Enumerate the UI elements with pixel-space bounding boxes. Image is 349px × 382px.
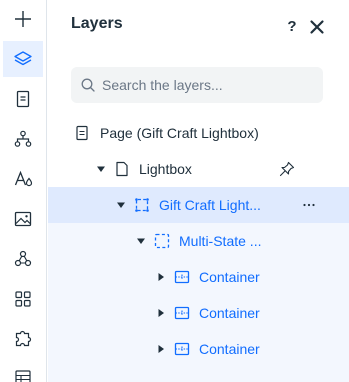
close-icon <box>310 20 324 34</box>
caret-right-icon[interactable] <box>156 272 166 282</box>
caret-down-icon[interactable] <box>116 200 126 210</box>
container-icon <box>174 269 190 285</box>
apps-button[interactable] <box>3 241 43 277</box>
app-market-button[interactable] <box>3 281 43 317</box>
caret-down-icon[interactable] <box>136 236 146 246</box>
table-icon <box>15 370 31 382</box>
caret-down-icon[interactable] <box>96 164 106 174</box>
layers-panel: Layers ? Page (Gift Craft Lightbox) Ligh… <box>48 0 349 382</box>
layer-label: Container <box>199 305 260 321</box>
layer-label: Container <box>199 341 260 357</box>
layer-label: Lightbox <box>139 161 192 177</box>
page-icon <box>74 125 90 141</box>
layer-row-page[interactable]: Page (Gift Craft Lightbox) <box>48 115 349 151</box>
layer-row-multi-state[interactable]: Multi-State ... <box>48 223 349 259</box>
lightbox-icon <box>114 161 130 177</box>
help-button[interactable]: ? <box>285 17 299 37</box>
sitemap-icon <box>14 130 32 147</box>
text-style-icon <box>14 170 33 187</box>
container-icon <box>174 305 190 321</box>
add-elements-button[interactable] <box>3 1 43 37</box>
search-box <box>71 67 323 103</box>
cms-button[interactable] <box>3 359 43 382</box>
media-button[interactable] <box>3 201 43 237</box>
editor-toolbar <box>0 0 47 382</box>
search-input[interactable] <box>102 67 317 103</box>
site-structure-button[interactable] <box>3 121 43 157</box>
multistate-icon <box>154 233 170 249</box>
pages-button[interactable] <box>3 81 43 117</box>
search-icon <box>80 77 96 93</box>
more-icon[interactable] <box>301 197 317 213</box>
layer-row-container[interactable]: Container <box>48 331 349 367</box>
caret-right-icon[interactable] <box>156 344 166 354</box>
plus-icon <box>15 11 31 27</box>
layer-row-container[interactable]: Container <box>48 259 349 295</box>
puzzle-icon <box>15 330 32 347</box>
add-ons-button[interactable] <box>3 321 43 357</box>
container-icon <box>174 341 190 357</box>
layer-row-gift-craft-lightbox[interactable]: Gift Craft Light... <box>48 187 349 223</box>
apps-icon <box>14 250 32 267</box>
pin-icon[interactable] <box>279 161 295 177</box>
image-icon <box>14 211 32 227</box>
layer-row-lightbox[interactable]: Lightbox <box>48 151 349 187</box>
layer-label: Container <box>199 269 260 285</box>
dashed-frame-icon <box>134 197 150 213</box>
panel-title: Layers <box>71 15 123 32</box>
layers-icon <box>14 51 32 66</box>
layer-list-end <box>48 367 349 382</box>
page-icon <box>16 90 30 108</box>
caret-right-icon[interactable] <box>156 308 166 318</box>
layer-label: Gift Craft Light... <box>159 197 261 213</box>
grid-icon <box>15 291 31 307</box>
layers-button[interactable] <box>3 41 43 77</box>
close-button[interactable] <box>308 18 326 36</box>
design-button[interactable] <box>3 161 43 197</box>
layer-label: Multi-State ... <box>179 233 262 249</box>
layer-row-container[interactable]: Container <box>48 295 349 331</box>
layer-label: Page (Gift Craft Lightbox) <box>100 125 259 141</box>
